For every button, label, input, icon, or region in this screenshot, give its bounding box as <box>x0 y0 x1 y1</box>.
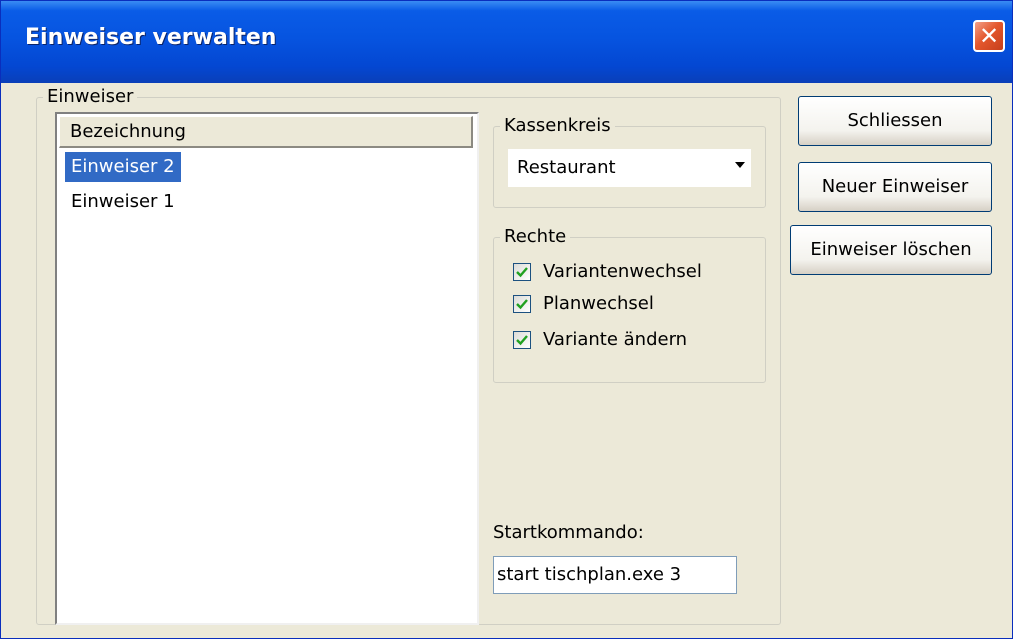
checkbox-label: Variante ändern <box>543 329 688 350</box>
kassenkreis-group-label: Kassenkreis <box>500 115 615 137</box>
checkbox-checked-icon[interactable] <box>513 263 531 281</box>
schliessen-button[interactable]: Schliessen <box>798 96 992 146</box>
title-bar[interactable]: Einweiser verwalten ✕ <box>1 1 1012 83</box>
checkbox-checked-icon[interactable] <box>513 295 531 313</box>
checkbox-checked-icon[interactable] <box>513 331 531 349</box>
kassenkreis-selected-value: Restaurant <box>517 157 616 178</box>
einweiser-list[interactable]: Bezeichnung Einweiser 2 Einweiser 1 <box>55 112 479 625</box>
startkommando-input[interactable]: start tischplan.exe 3 <box>493 556 737 594</box>
dialog-window: Einweiser verwalten ✕ Einweiser Bezeichn… <box>0 0 1013 639</box>
checkbox-label: Planwechsel <box>543 293 654 314</box>
close-icon[interactable]: ✕ <box>973 20 1005 52</box>
dropdown-arrow-icon[interactable] <box>735 162 745 168</box>
rechte-group-label: Rechte <box>500 226 571 248</box>
list-item[interactable]: Einweiser 1 <box>65 187 181 217</box>
checkbox-label: Variantenwechsel <box>543 261 702 282</box>
kassenkreis-dropdown[interactable]: Restaurant <box>508 149 751 187</box>
einweiser-loeschen-button[interactable]: Einweiser löschen <box>790 225 992 275</box>
window-title: Einweiser verwalten <box>25 25 277 50</box>
startkommando-label: Startkommando: <box>493 522 644 543</box>
einweiser-group-label: Einweiser <box>43 86 138 108</box>
list-item[interactable]: Einweiser 2 <box>65 152 181 182</box>
neuer-einweiser-button[interactable]: Neuer Einweiser <box>798 162 992 212</box>
column-header-bezeichnung[interactable]: Bezeichnung <box>59 116 473 148</box>
